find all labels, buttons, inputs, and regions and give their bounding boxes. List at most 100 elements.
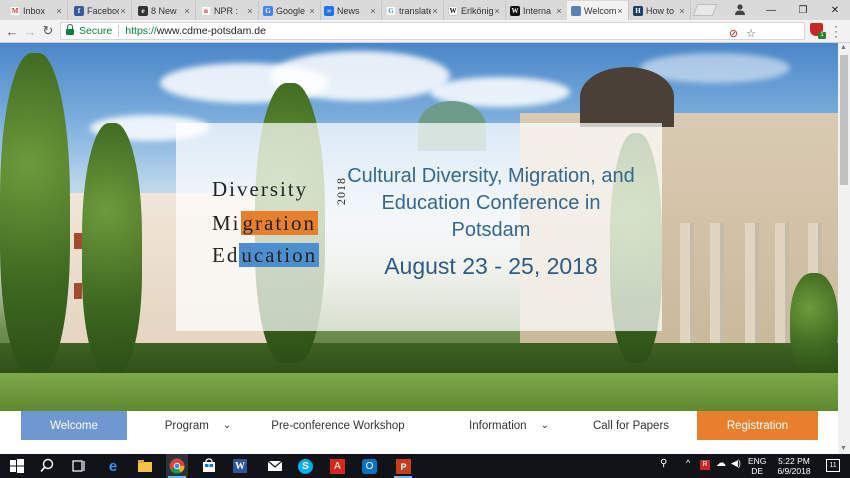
- nav-pre-conference-workshop[interactable]: Pre-conference Workshop: [259, 411, 417, 440]
- input-language[interactable]: ENG DE: [748, 456, 766, 476]
- volume-icon[interactable]: ◀): [731, 458, 741, 469]
- tab-inbox[interactable]: M Inbox ×: [6, 1, 68, 20]
- scroll-thumb[interactable]: [840, 55, 848, 185]
- reload-icon[interactable]: ↻: [40, 23, 56, 39]
- url-scheme: https://: [125, 25, 157, 37]
- main-nav: Welcome Program ⌄ Pre-conference Worksho…: [0, 411, 838, 454]
- word-icon[interactable]: W: [233, 459, 247, 473]
- close-icon[interactable]: ×: [246, 6, 254, 16]
- npr-icon: n: [201, 5, 211, 16]
- bookmark-star-icon[interactable]: ☆: [746, 27, 756, 40]
- divider: [118, 25, 120, 37]
- close-icon[interactable]: ×: [555, 6, 563, 16]
- nav-label: Program: [164, 419, 209, 432]
- search-icon[interactable]: [38, 457, 56, 475]
- tab-8-new[interactable]: e 8 New ×: [134, 1, 196, 20]
- google-docs-icon: G: [263, 5, 273, 16]
- logo-line-diversity: Diversity: [212, 177, 309, 201]
- lang-secondary: DE: [751, 466, 764, 476]
- tab-translate[interactable]: G translate ×: [382, 1, 444, 20]
- page-scrollbar[interactable]: ▲ ▼: [838, 43, 850, 454]
- address-bar[interactable]: Secure https:// www.cdme-potsdam.de ⊘ ☆: [60, 22, 805, 40]
- tab-facebook[interactable]: f Facebook ×: [70, 1, 132, 20]
- nav-call-for-papers[interactable]: Call for Papers: [581, 411, 681, 440]
- nav-label: Welcome: [50, 419, 98, 432]
- wikipedia-dark-icon: W: [510, 5, 520, 16]
- chevron-down-icon: ⌄: [540, 420, 549, 431]
- chrome-icon[interactable]: [168, 457, 186, 475]
- clock-time: 5:22 PM: [778, 456, 810, 466]
- secure-label: Secure: [79, 25, 113, 37]
- skype-icon[interactable]: S: [298, 459, 313, 474]
- powerpoint-icon[interactable]: P: [396, 459, 411, 474]
- nav-program[interactable]: Program ⌄: [143, 411, 253, 440]
- tab-title: Google: [276, 5, 306, 16]
- omnibox-actions: ⊘ ☆: [729, 27, 756, 40]
- tab-title: Welcome: [584, 5, 616, 16]
- close-window-button[interactable]: ✕: [820, 0, 850, 20]
- minimize-button[interactable]: —: [756, 0, 786, 20]
- tab-title: News: [337, 5, 360, 16]
- menu-dots-icon[interactable]: · · ·: [834, 20, 838, 42]
- store-icon[interactable]: [200, 457, 218, 475]
- url-host: www.cdme-potsdam.de: [156, 25, 266, 37]
- lang-primary: ENG: [748, 456, 767, 466]
- browser-tab-strip: M Inbox × f Facebook × e 8 New × n NPR :…: [0, 0, 850, 20]
- blocked-popup-icon[interactable]: ⊘: [729, 27, 738, 40]
- tab-erlkonig[interactable]: W Erlkönig ×: [444, 1, 506, 20]
- tray-app-icon[interactable]: R: [700, 460, 710, 470]
- tab-title: Facebook: [87, 5, 119, 16]
- nav-label: Information: [469, 419, 527, 432]
- mail-icon[interactable]: [266, 457, 284, 475]
- tab-title: Inbox: [23, 5, 46, 16]
- close-icon[interactable]: ×: [616, 6, 624, 16]
- tab-title: translate: [399, 5, 431, 16]
- forward-arrow-icon[interactable]: →: [22, 23, 38, 39]
- eight-icon: e: [138, 5, 148, 16]
- acrobat-icon[interactable]: A: [330, 459, 345, 474]
- conference-date: August 23 - 25, 2018: [384, 253, 598, 279]
- profile-icon[interactable]: [734, 3, 746, 15]
- close-icon[interactable]: ×: [55, 6, 63, 16]
- close-icon[interactable]: ×: [431, 6, 439, 16]
- outlook-icon[interactable]: O: [362, 459, 377, 474]
- nav-welcome[interactable]: Welcome: [21, 411, 127, 440]
- people-icon[interactable]: ⚲: [660, 458, 667, 469]
- clock-date: 6/9/2018: [777, 466, 811, 476]
- edge-icon[interactable]: e: [104, 457, 122, 475]
- close-icon[interactable]: ×: [308, 6, 316, 16]
- task-view-icon[interactable]: [70, 457, 88, 475]
- lock-icon: [66, 23, 74, 36]
- back-arrow-icon[interactable]: ←: [4, 23, 20, 39]
- logo-line-education: Education: [212, 243, 320, 267]
- windows-icon[interactable]: [8, 457, 26, 475]
- nav-label: Pre-conference Workshop: [271, 419, 405, 432]
- close-icon[interactable]: ×: [119, 6, 127, 16]
- chevron-down-icon: ⌄: [222, 420, 232, 431]
- maximize-button[interactable]: ❐: [788, 0, 818, 20]
- tab-welcome-active[interactable]: Welcome ×: [567, 1, 629, 20]
- new-tab-button[interactable]: [692, 4, 718, 16]
- close-icon[interactable]: ×: [493, 6, 501, 16]
- close-icon[interactable]: ×: [678, 6, 686, 16]
- scroll-down-icon[interactable]: ▼: [840, 445, 847, 452]
- tab-google[interactable]: G Google ×: [259, 1, 321, 20]
- onedrive-icon[interactable]: ☁: [716, 458, 726, 469]
- file-explorer-icon[interactable]: [136, 457, 154, 475]
- nav-information[interactable]: Information ⌄: [453, 411, 565, 440]
- tab-npr[interactable]: n NPR : ×: [197, 1, 259, 20]
- tab-interna[interactable]: W Interna ×: [506, 1, 568, 20]
- notifications-icon[interactable]: 11: [826, 459, 840, 472]
- windows-taskbar: e W S A O P ⚲ ^ R ☁ ◀) ENG DE 5:22 PM 6/…: [0, 454, 850, 478]
- tab-title: NPR :: [214, 5, 239, 16]
- close-icon[interactable]: ×: [369, 6, 377, 16]
- gmail-icon: M: [10, 5, 20, 16]
- close-icon[interactable]: ×: [183, 6, 191, 16]
- scroll-up-icon[interactable]: ▲: [840, 44, 847, 51]
- nav-registration[interactable]: Registration: [697, 411, 818, 440]
- system-clock[interactable]: 5:22 PM 6/9/2018: [770, 456, 818, 476]
- facebook-icon: f: [74, 5, 84, 16]
- chevron-up-icon[interactable]: ^: [686, 458, 690, 468]
- tab-news[interactable]: ∞ News ×: [320, 1, 382, 20]
- tab-how-to[interactable]: H How to ×: [629, 1, 691, 20]
